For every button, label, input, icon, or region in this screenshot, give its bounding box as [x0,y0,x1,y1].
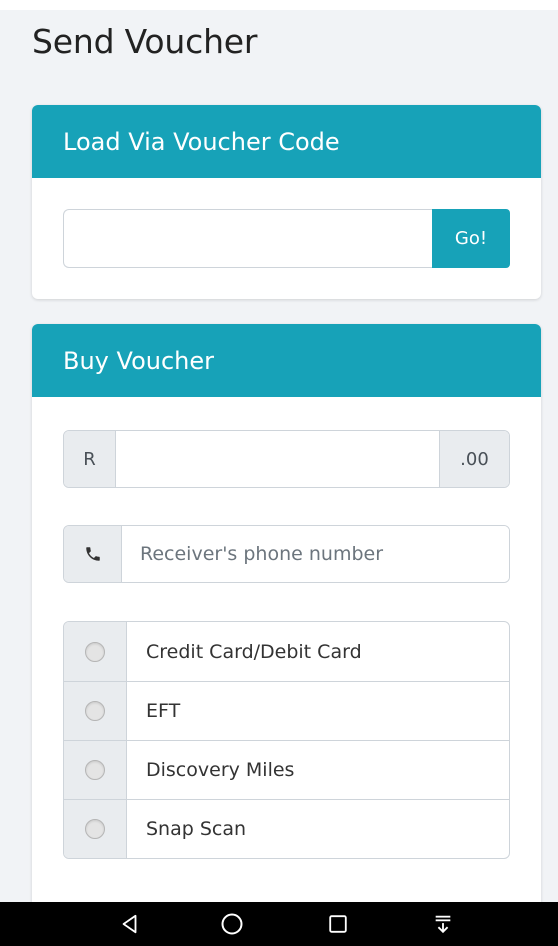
radio-cell [64,682,127,740]
payment-option-snap-scan[interactable]: Snap Scan [64,799,509,858]
radio-button[interactable] [85,701,105,721]
go-button[interactable]: Go! [432,209,510,268]
amount-input-group: R .00 [63,430,510,488]
voucher-code-input-group: Go! [63,209,510,268]
home-icon [221,913,243,935]
payment-option-label: EFT [146,700,181,722]
nav-recents-button[interactable] [308,902,368,946]
payment-option-credit-card[interactable]: Credit Card/Debit Card [64,622,509,681]
notification-drawer-icon [435,915,451,934]
payment-option-label: Credit Card/Debit Card [146,640,362,663]
phone-addon [64,526,122,582]
voucher-code-input[interactable] [63,209,432,268]
phone-input-group [63,525,510,583]
buy-voucher-card: Buy Voucher R .00 Credit Card/Debit Card [32,324,541,924]
amount-input[interactable] [116,431,439,487]
payment-option-label: Snap Scan [146,818,247,840]
system-nav-bar [0,902,558,946]
radio-button[interactable] [85,641,105,662]
nav-notification-button[interactable] [413,902,473,946]
phone-icon [85,547,100,561]
page-title: Send Voucher [32,22,258,61]
receiver-phone-input[interactable] [122,526,509,582]
payment-option-eft[interactable]: EFT [64,681,509,740]
payment-method-list: Credit Card/Debit Card EFT Discovery Mil… [63,621,510,859]
radio-button[interactable] [85,819,105,839]
buy-voucher-card-header: Buy Voucher [32,324,541,397]
payment-option-label: Discovery Miles [146,759,295,781]
currency-prefix: R [64,431,116,487]
radio-cell [64,622,127,681]
cents-suffix: .00 [439,431,509,487]
radio-cell [64,800,127,858]
nav-back-button[interactable] [100,902,160,946]
radio-cell [64,741,127,799]
voucher-code-card-header: Load Via Voucher Code [32,105,541,178]
radio-button[interactable] [85,760,105,780]
screen: Send Voucher Load Via Voucher Code Go! B… [0,0,558,946]
payment-option-discovery-miles[interactable]: Discovery Miles [64,740,509,799]
recents-icon [329,915,347,933]
back-icon [122,914,137,934]
nav-home-button[interactable] [202,902,262,946]
status-strip [0,0,558,10]
voucher-code-card: Load Via Voucher Code Go! [32,105,541,299]
